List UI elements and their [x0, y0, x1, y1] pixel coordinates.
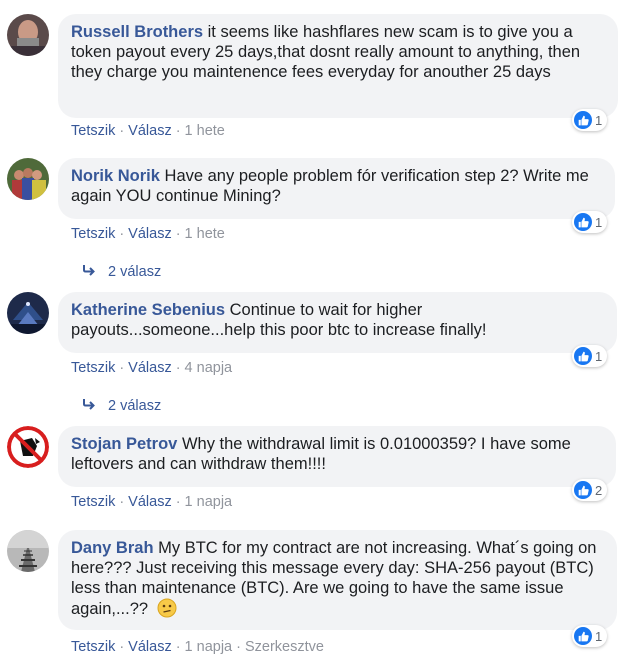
comment-bubble: Stojan Petrov Why the withdrawal limit i… — [58, 426, 616, 487]
reaction-count-badge[interactable]: 1 — [572, 211, 608, 233]
replies-count[interactable]: 2 válasz — [108, 398, 161, 414]
reply-arrow-icon — [82, 398, 96, 414]
reply-link[interactable]: Válasz — [128, 360, 172, 376]
reaction-count: 1 — [595, 348, 603, 364]
separator-dot: · — [175, 494, 181, 510]
separator-dot: · — [175, 639, 181, 655]
timestamp[interactable]: 1 napja — [185, 494, 233, 510]
commenter-name[interactable]: Dany Brah — [71, 539, 154, 557]
separator-dot: · — [236, 639, 241, 655]
reaction-count-badge[interactable]: 1 — [572, 625, 608, 647]
comment-bubble: Dany Brah My BTC for my contract are not… — [58, 530, 617, 630]
avatar[interactable] — [7, 14, 49, 56]
commenter-name[interactable]: Russell Brothers — [71, 23, 203, 41]
comment-actions: Tetszik · Válasz · 4 napja — [71, 360, 232, 376]
separator-dot: · — [119, 123, 125, 139]
avatar[interactable] — [7, 426, 49, 468]
reaction-count-badge[interactable]: 2 — [572, 479, 608, 501]
reaction-count-badge[interactable]: 1 — [572, 109, 608, 131]
comment-bubble: Norik Norik Have any people problem fór … — [58, 158, 615, 219]
reaction-count: 1 — [595, 112, 603, 128]
view-replies-link[interactable]: 2 válasz — [82, 264, 161, 280]
edited-label[interactable]: Szerkesztve — [245, 639, 324, 655]
timestamp[interactable]: 1 hete — [185, 226, 225, 242]
separator-dot: · — [175, 123, 181, 139]
reply-link[interactable]: Válasz — [128, 226, 172, 242]
reaction-count-badge[interactable]: 1 — [572, 345, 608, 367]
thumbs-up-icon — [574, 213, 592, 231]
reaction-count: 1 — [595, 214, 603, 230]
replies-count[interactable]: 2 válasz — [108, 264, 161, 280]
commenter-name[interactable]: Norik Norik — [71, 167, 160, 185]
avatar[interactable] — [7, 530, 49, 572]
reply-link[interactable]: Válasz — [128, 123, 172, 139]
view-replies-link[interactable]: 2 válasz — [82, 398, 161, 414]
reaction-count: 2 — [595, 482, 603, 498]
separator-dot: · — [119, 639, 125, 655]
like-link[interactable]: Tetszik — [71, 639, 115, 655]
timestamp[interactable]: 1 hete — [185, 123, 225, 139]
like-link[interactable]: Tetszik — [71, 360, 115, 376]
thumbs-up-icon — [574, 111, 592, 129]
reply-link[interactable]: Válasz — [128, 639, 172, 655]
separator-dot: · — [175, 360, 181, 376]
separator-dot: · — [175, 226, 181, 242]
commenter-name[interactable]: Katherine Sebenius — [71, 301, 225, 319]
like-link[interactable]: Tetszik — [71, 123, 115, 139]
like-link[interactable]: Tetszik — [71, 226, 115, 242]
confused-face-emoji — [157, 598, 177, 618]
commenter-name[interactable]: Stojan Petrov — [71, 435, 177, 453]
reply-arrow-icon — [82, 264, 96, 280]
comment-bubble: Russell Brothers it seems like hashflare… — [58, 14, 618, 118]
comment-actions: Tetszik · Válasz · 1 napja — [71, 494, 232, 510]
comment-actions: Tetszik · Válasz · 1 hete — [71, 123, 225, 139]
separator-dot: · — [119, 494, 125, 510]
like-link[interactable]: Tetszik — [71, 494, 115, 510]
comment-bubble: Katherine Sebenius Continue to wait for … — [58, 292, 617, 353]
separator-dot: · — [119, 360, 125, 376]
separator-dot: · — [119, 226, 125, 242]
thumbs-up-icon — [574, 481, 592, 499]
timestamp[interactable]: 4 napja — [185, 360, 233, 376]
timestamp[interactable]: 1 napja — [185, 639, 233, 655]
comment-actions: Tetszik · Válasz · 1 hete — [71, 226, 225, 242]
comment-actions: Tetszik · Válasz · 1 napja · Szerkesztve — [71, 639, 324, 655]
reaction-count: 1 — [595, 628, 603, 644]
thumbs-up-icon — [574, 627, 592, 645]
reply-link[interactable]: Válasz — [128, 494, 172, 510]
thumbs-up-icon — [574, 347, 592, 365]
avatar[interactable] — [7, 158, 49, 200]
avatar[interactable] — [7, 292, 49, 334]
